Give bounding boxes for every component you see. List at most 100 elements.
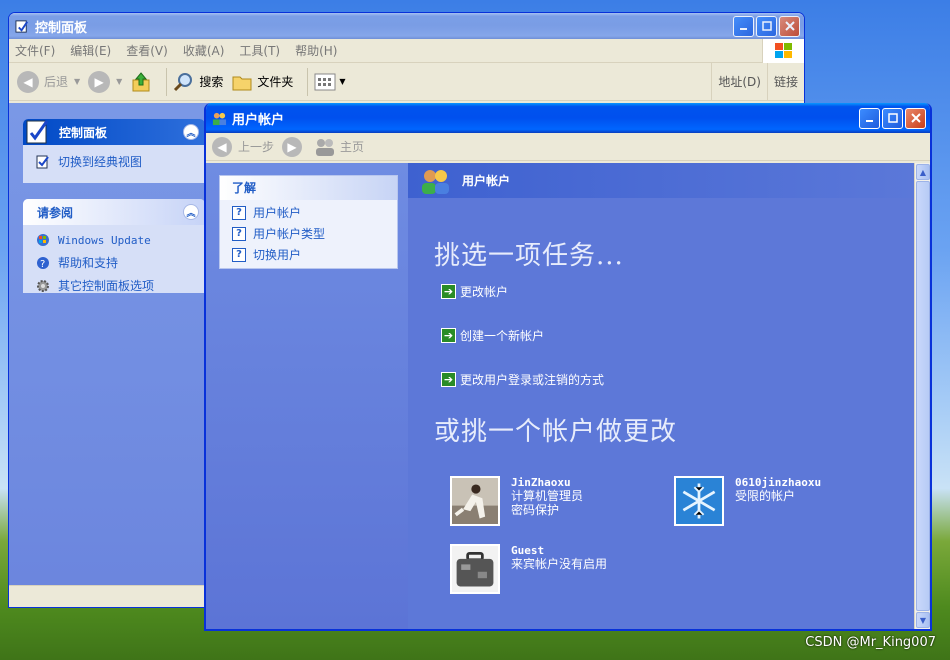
control-panel-icon <box>15 19 28 33</box>
close-icon <box>784 21 795 31</box>
maximize-button[interactable] <box>756 15 777 37</box>
pick-account-heading: 或挑一个帐户做更改 <box>434 417 678 447</box>
menu-favorites[interactable]: 收藏(A) <box>183 42 225 59</box>
folder-icon <box>232 76 252 90</box>
task-label: 更改用户登录或注销的方式 <box>460 373 605 387</box>
forward-button[interactable]: ▶ <box>282 136 303 157</box>
menu-edit[interactable]: 编辑(E) <box>70 42 111 59</box>
panel-title: 控制面板 <box>59 125 108 140</box>
scroll-thumb[interactable] <box>916 181 930 611</box>
help-topic-icon: ? <box>232 247 246 262</box>
windows-flag-icon <box>774 43 792 58</box>
window-title: 用户帐户 <box>232 112 285 128</box>
search-label: 搜索 <box>199 75 224 89</box>
minimize-button[interactable] <box>733 15 754 37</box>
control-panel-box-header[interactable]: 控制面板 ︽ <box>23 119 205 145</box>
snowflake-avatar <box>674 476 724 526</box>
home-label: 主页 <box>340 140 365 154</box>
gear-icon <box>35 278 51 294</box>
main-area: 用户帐户 挑选一项任务... ➔ 更改帐户 ➔ 创建一个新帐户 ➔ 更改用户登录或注销… <box>408 163 914 629</box>
collapse-chevron-icon[interactable]: ︽ <box>183 204 199 220</box>
menu-view[interactable]: 查看(V) <box>126 42 168 59</box>
back-button[interactable]: ◀ 后退 ▼ <box>17 70 81 93</box>
home-users-icon <box>316 138 335 156</box>
collapse-chevron-icon[interactable]: ︽ <box>183 124 199 140</box>
navigation-bar: ◀ 上一步 ▶ 主页 <box>206 133 930 161</box>
account-name: JinZhaoxu <box>511 476 571 489</box>
chevron-down-icon: ▼ <box>339 77 346 86</box>
users-icon <box>212 112 227 125</box>
forward-arrow-icon: ▶ <box>282 136 303 157</box>
learn-account-types-link[interactable]: ? 用户帐户类型 <box>220 223 397 244</box>
windows-logo <box>762 39 804 63</box>
user-accounts-titlebar[interactable]: 用户帐户 <box>206 103 930 133</box>
help-support-label: 帮助和支持 <box>58 256 119 270</box>
folders-button[interactable]: 文件夹 <box>231 71 293 93</box>
learn-user-accounts-link[interactable]: ? 用户帐户 <box>220 200 397 223</box>
maximize-icon <box>761 21 772 31</box>
views-icon <box>314 73 336 90</box>
home-button[interactable]: 主页 <box>314 137 364 157</box>
close-icon <box>910 113 921 123</box>
switch-classic-view-link[interactable]: 切换到经典视图 <box>23 145 205 173</box>
back-label: 后退 <box>44 75 69 89</box>
control-panel-titlebar[interactable]: 控制面板 <box>9 13 804 39</box>
back-button[interactable]: ◀ 上一步 <box>212 136 275 157</box>
learn-header: 了解 <box>220 176 397 200</box>
forward-arrow-icon: ▶ <box>88 70 111 93</box>
links-label[interactable]: 链接 <box>766 63 804 101</box>
green-arrow-icon: ➔ <box>441 372 456 387</box>
maximize-button[interactable] <box>882 107 903 129</box>
pick-task-heading: 挑选一项任务... <box>434 241 624 271</box>
window-title: 控制面板 <box>35 20 88 36</box>
toolbar-separator <box>307 67 309 96</box>
menu-file[interactable]: 文件(F) <box>15 42 55 59</box>
see-also-header[interactable]: 请参阅 ︽ <box>23 199 205 225</box>
other-options-link[interactable]: 其它控制面板选项 <box>23 274 205 293</box>
help-support-link[interactable]: ? 帮助和支持 <box>23 251 205 274</box>
minimize-button[interactable] <box>859 107 880 129</box>
karate-avatar <box>450 476 500 526</box>
windows-update-icon <box>35 232 51 248</box>
scroll-down-icon[interactable]: ▼ <box>916 612 930 628</box>
minimize-icon <box>865 120 873 122</box>
learn-item-label: 切换用户 <box>253 248 302 262</box>
account-name: 0610jinzhaoxu <box>735 476 822 489</box>
views-button[interactable]: ▼ <box>314 73 346 91</box>
chevron-down-icon: ▼ <box>116 77 123 86</box>
scroll-up-icon[interactable]: ▲ <box>916 164 930 180</box>
menu-bar: 文件(F) 编辑(E) 查看(V) 收藏(A) 工具(T) 帮助(H) <box>9 39 804 63</box>
address-label[interactable]: 地址(D) <box>711 63 767 101</box>
users-icon <box>422 169 449 194</box>
menu-tools[interactable]: 工具(T) <box>239 42 280 59</box>
see-also-box: 请参阅 ︽ Windows Update ? 帮助和支持 其它控制面板选项 <box>23 199 205 293</box>
chevron-down-icon: ▼ <box>74 77 81 86</box>
task-label: 创建一个新帐户 <box>460 329 545 343</box>
windows-update-link[interactable]: Windows Update <box>23 225 205 251</box>
account-0610jinzhaoxu[interactable]: 0610jinzhaoxu 受限的帐户 <box>674 476 821 526</box>
content-header-title: 用户帐户 <box>462 174 511 188</box>
account-type: 计算机管理员 <box>511 489 584 503</box>
watermark: CSDN @Mr_King007 <box>805 635 936 650</box>
help-icon: ? <box>35 255 51 271</box>
up-button[interactable] <box>130 71 152 93</box>
task-change-account[interactable]: ➔ 更改帐户 <box>441 283 508 300</box>
account-guest[interactable]: Guest 来宾帐户没有启用 <box>450 544 607 594</box>
learn-pane: 了解 ? 用户帐户 ? 用户帐户类型 ? 切换用户 <box>206 163 408 629</box>
learn-box: 了解 ? 用户帐户 ? 用户帐户类型 ? 切换用户 <box>219 175 398 269</box>
search-button[interactable]: 搜索 <box>173 71 223 93</box>
menu-help[interactable]: 帮助(H) <box>295 42 337 59</box>
vertical-scrollbar[interactable]: ▲ ▼ <box>914 163 930 629</box>
task-create-account[interactable]: ➔ 创建一个新帐户 <box>441 327 544 344</box>
back-label: 上一步 <box>238 140 275 154</box>
forward-button[interactable]: ▶ ▼ <box>88 70 123 93</box>
green-arrow-icon: ➔ <box>441 284 456 299</box>
task-logon-options[interactable]: ➔ 更改用户登录或注销的方式 <box>441 371 604 388</box>
suitcase-avatar <box>450 544 500 594</box>
toolbar-separator <box>166 67 168 96</box>
close-button[interactable] <box>905 107 926 129</box>
learn-switch-users-link[interactable]: ? 切换用户 <box>220 244 397 265</box>
minimize-icon <box>739 28 747 30</box>
close-button[interactable] <box>779 15 800 37</box>
account-jinzhaoxu[interactable]: JinZhaoxu 计算机管理员 密码保护 <box>450 476 583 526</box>
